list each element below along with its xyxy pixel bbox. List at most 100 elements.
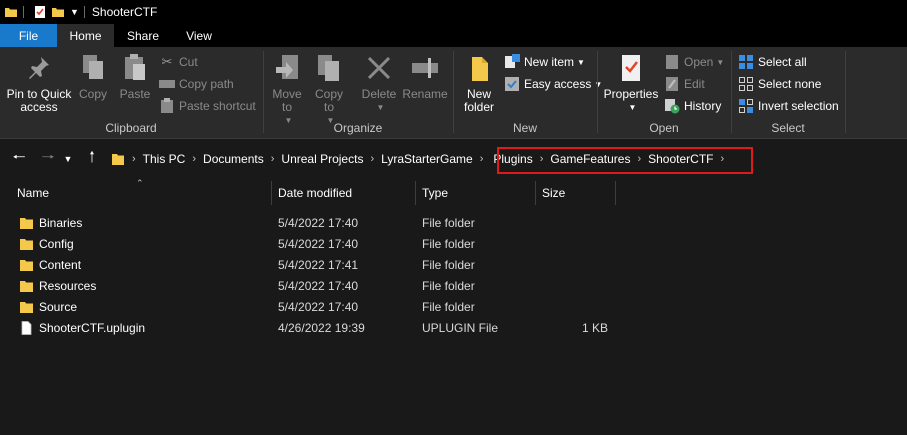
rename-button[interactable]: Rename (402, 51, 448, 101)
breadcrumb-label: Documents (203, 152, 264, 166)
list-item[interactable]: Content 5/4/2022 17:41 File folder (0, 254, 907, 275)
breadcrumb-documents[interactable]: Documents › (203, 152, 281, 166)
back-arrow-icon[interactable]: 🠐 (7, 148, 31, 170)
rename-label: Rename (402, 87, 448, 101)
move-to-button[interactable]: Move to ▼ (270, 51, 304, 127)
copy-button[interactable]: Copy (76, 51, 110, 101)
edit-button[interactable]: Edit (664, 74, 705, 94)
column-header-type[interactable]: Type (422, 181, 532, 205)
breadcrumb-chevron-icon[interactable]: › (192, 153, 196, 165)
history-button[interactable]: History (664, 96, 721, 116)
new-folder-icon[interactable] (51, 5, 65, 19)
clipboard-group-label: Clipboard (105, 121, 157, 135)
new-folder-icon (472, 57, 488, 81)
breadcrumb-label: Unreal Projects (281, 152, 364, 166)
column-divider[interactable] (415, 181, 416, 205)
file-name: ShooterCTF.uplugin (39, 320, 146, 335)
paste-button[interactable]: Paste (117, 51, 153, 101)
new-item-button[interactable]: New item ▼ (504, 52, 585, 72)
folder-icon (20, 280, 33, 292)
properties-button[interactable]: Properties ▼ (602, 51, 660, 114)
new-folder-button[interactable]: New folder (458, 51, 500, 114)
cut-label: Cut (179, 55, 198, 69)
history-label: History (684, 99, 722, 113)
copy-to-label-line2: to (323, 100, 334, 114)
tab-view[interactable]: View (172, 24, 226, 47)
path-highlight-box (497, 147, 753, 174)
column-header-date-modified[interactable]: Date modified (278, 181, 413, 205)
file-date: 5/4/2022 17:40 (278, 215, 359, 230)
file-name-cell: Source (19, 296, 77, 317)
delete-label: Delete (361, 87, 397, 101)
chevron-down-icon: ▼ (577, 57, 585, 67)
invert-selection-button[interactable]: Invert selection (738, 96, 839, 116)
breadcrumb-unreal-projects[interactable]: Unreal Projects › (281, 152, 381, 166)
list-item[interactable]: Resources 5/4/2022 17:40 File folder (0, 275, 907, 296)
list-item[interactable]: Source 5/4/2022 17:40 File folder (0, 296, 907, 317)
column-header-size[interactable]: Size (542, 181, 612, 205)
open-group: Properties ▼ Open ▼ Edit History Open (598, 47, 730, 139)
window-title: ShooterCTF (91, 5, 158, 19)
file-type: File folder (422, 299, 475, 314)
pin-to-quick-access-button[interactable]: Pin to Quick access (4, 51, 74, 114)
file-name: Source (39, 299, 78, 314)
open-label: Open (684, 55, 714, 69)
breadcrumb-label: This PC (142, 152, 186, 166)
paste-icon (125, 54, 145, 80)
recent-locations-chevron-icon[interactable]: ▼ (60, 148, 76, 170)
breadcrumb-chevron-icon[interactable]: › (480, 153, 484, 165)
breadcrumb-chevron-icon[interactable]: › (271, 153, 275, 165)
cut-button[interactable]: ✂ Cut (159, 52, 198, 72)
breadcrumb-chevron-icon[interactable]: › (125, 153, 143, 165)
copy-path-button[interactable]: Copy path (159, 74, 234, 94)
easy-access-button[interactable]: Easy access ▼ (504, 74, 602, 94)
column-divider[interactable] (271, 181, 272, 205)
folder-icon (20, 217, 33, 229)
breadcrumb-this-pc[interactable]: This PC › (143, 152, 203, 166)
file-size (542, 275, 608, 296)
select-group-label: Select (771, 121, 805, 135)
divider (83, 6, 85, 18)
file-date: 5/4/2022 17:41 (278, 257, 359, 272)
select-all-button[interactable]: Select all (738, 52, 807, 72)
edit-label: Edit (684, 77, 705, 91)
select-none-button[interactable]: Select none (738, 74, 821, 94)
open-group-label: Open (649, 121, 679, 135)
delete-button[interactable]: Delete ▼ (360, 51, 398, 114)
tab-share[interactable]: Share (114, 24, 172, 47)
copy-to-icon (318, 55, 339, 81)
file-date: 5/4/2022 17:40 (278, 278, 359, 293)
ribbon: Pin to Quick access Copy Paste ✂ Cut Cop… (0, 47, 907, 139)
file-name-cell: Content (19, 254, 81, 275)
open-icon (664, 54, 680, 70)
file-size: 1 KB (581, 320, 608, 335)
tab-file[interactable]: File (0, 24, 57, 47)
select-all-label: Select all (758, 55, 807, 69)
column-header-name[interactable]: Name (17, 181, 267, 205)
move-to-label-line2: to (281, 100, 292, 114)
open-button[interactable]: Open ▼ (664, 52, 724, 72)
list-item[interactable]: Binaries 5/4/2022 17:40 File folder (0, 212, 907, 233)
up-arrow-icon[interactable]: 🠑 (80, 148, 104, 170)
breadcrumb-chevron-icon[interactable]: › (370, 153, 374, 165)
chevron-down-icon: ▼ (628, 103, 637, 112)
paste-shortcut-button[interactable]: Paste shortcut (159, 96, 256, 116)
folder-icon (20, 259, 33, 271)
list-item[interactable]: Config 5/4/2022 17:40 File folder (0, 233, 907, 254)
file-type: File folder (422, 215, 475, 230)
folder-icon[interactable] (4, 5, 18, 19)
copy-to-button[interactable]: Copy to ▼ (312, 51, 346, 127)
delete-icon (367, 56, 391, 80)
forward-arrow-icon[interactable]: 🠒 (36, 148, 60, 170)
breadcrumb-lyrastartergame[interactable]: LyraStarterGame › (381, 152, 493, 166)
column-divider[interactable] (615, 181, 616, 205)
tab-home[interactable]: Home (57, 24, 114, 47)
column-divider[interactable] (535, 181, 536, 205)
copy-icon (83, 55, 103, 79)
properties-icon[interactable] (33, 5, 47, 19)
list-item[interactable]: ShooterCTF.uplugin 4/26/2022 19:39 UPLUG… (0, 317, 907, 338)
select-none-label: Select none (758, 77, 822, 91)
customize-toolbar-icon[interactable]: ▼ (70, 7, 79, 17)
copy-label: Copy (78, 87, 107, 101)
easy-access-icon (504, 76, 520, 92)
